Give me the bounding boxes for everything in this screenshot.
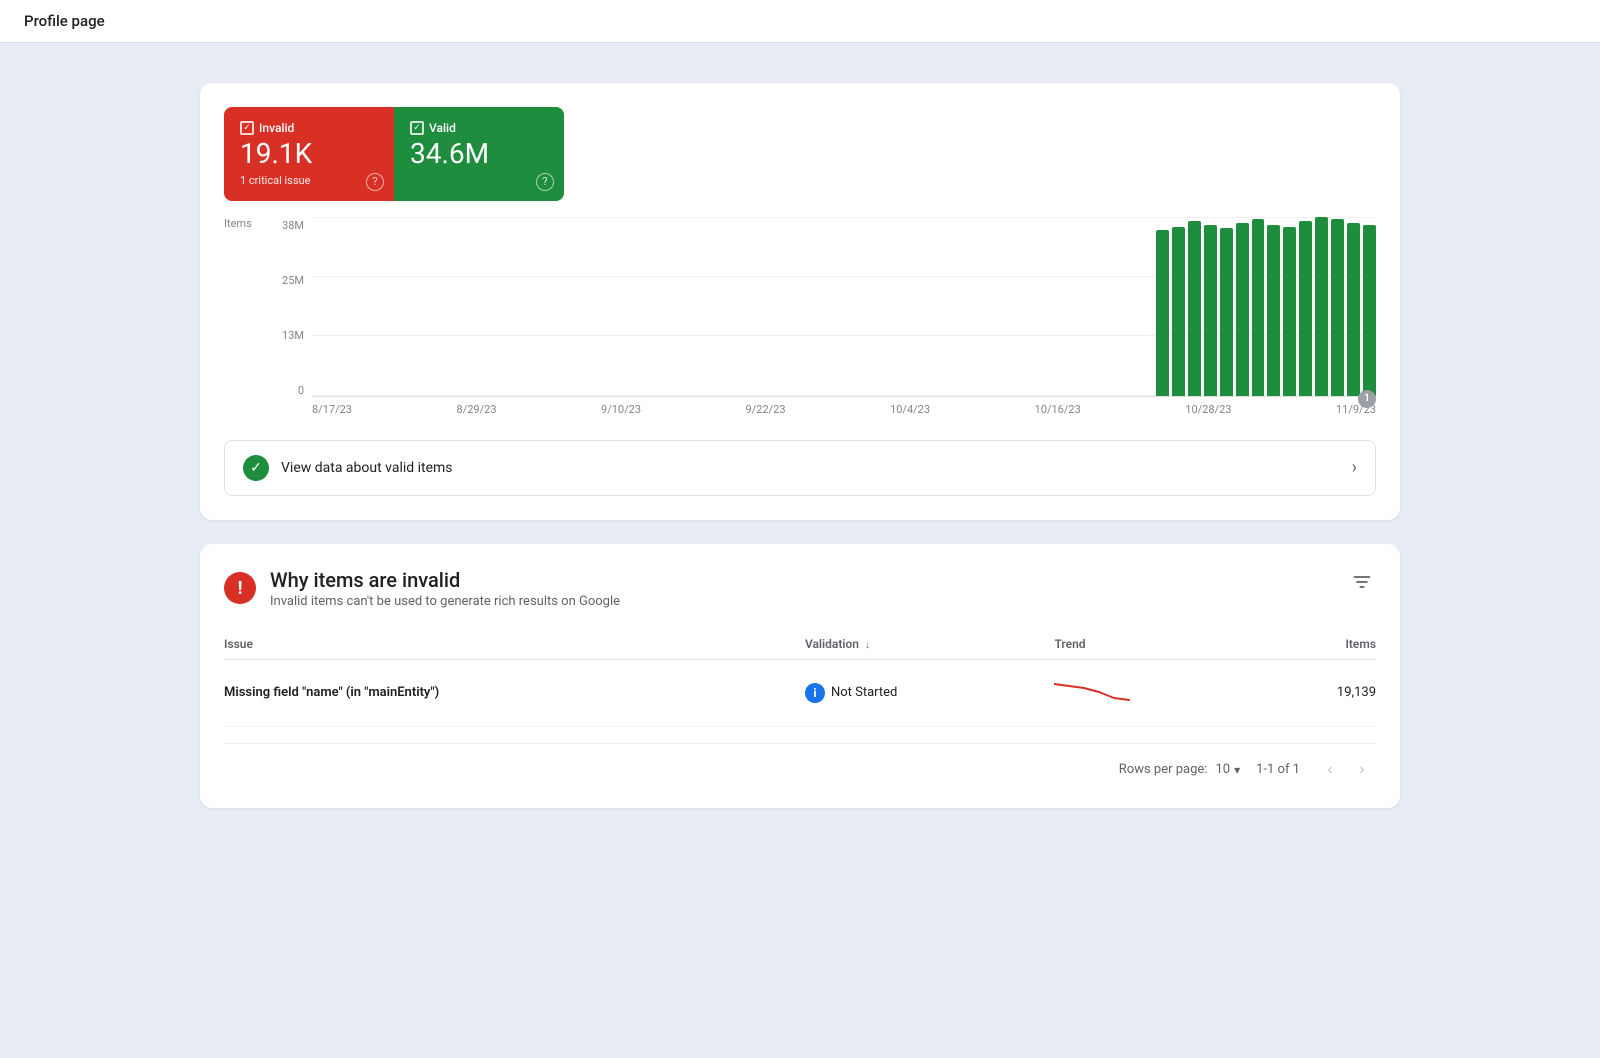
invalid-tile-sub: 1 critical issue (240, 174, 378, 187)
why-invalid-header: ! Why items are invalid Invalid items ca… (224, 568, 1376, 609)
issue-name: Missing field "name" (in "mainEntity") (224, 685, 439, 700)
issues-table: Issue Validation ↓ Trend Items (224, 629, 1376, 727)
pagination-nav: ‹ › (1316, 756, 1376, 784)
chart-bar (1188, 221, 1201, 396)
rows-select-chevron: ▾ (1234, 763, 1240, 777)
chart-bar (1252, 219, 1265, 396)
pagination-info: 1-1 of 1 (1256, 762, 1300, 777)
rows-per-page: Rows per page: 10 ▾ (1119, 762, 1240, 777)
validation-cell: i Not Started (805, 659, 1055, 726)
invalid-checkbox-icon: ✓ (240, 121, 254, 135)
col-validation[interactable]: Validation ↓ (805, 629, 1055, 660)
view-data-left: ✓ View data about valid items (243, 455, 453, 481)
x-tick: 9/22/23 (746, 403, 786, 416)
x-tick: 9/10/23 (601, 403, 641, 416)
chart-bar (1267, 225, 1280, 396)
chart-bar (1347, 223, 1360, 396)
why-invalid-title-block: Why items are invalid Invalid items can'… (270, 568, 620, 609)
chart-x-axis: 8/17/23 8/29/23 9/10/23 9/22/23 10/4/23 10/16… (312, 397, 1376, 416)
y-tick-13m: 13M (282, 329, 304, 342)
trend-sparkline (1054, 676, 1134, 706)
page-title: Profile page (24, 12, 105, 30)
table-footer: Rows per page: 10 ▾ 1-1 of 1 ‹ › (224, 743, 1376, 784)
x-tick: 10/4/23 (890, 403, 930, 416)
chart-bar (1315, 217, 1328, 396)
view-data-text: View data about valid items (281, 460, 453, 476)
valid-tile-value: 34.6M (410, 139, 548, 170)
chart-bar (1220, 228, 1233, 395)
y-tick-38m: 38M (282, 219, 304, 232)
valid-checkbox-icon: ✓ (410, 121, 424, 135)
chart-bar (1236, 223, 1249, 396)
chart-y-label: Items (224, 217, 252, 230)
items-count: 19,139 (1337, 685, 1376, 700)
table-body: Missing field "name" (in "mainEntity") i… (224, 659, 1376, 726)
why-invalid-subtitle: Invalid items can't be used to generate … (270, 594, 620, 609)
valid-tile[interactable]: ✓ Valid 34.6M ? (394, 107, 564, 201)
issue-name-cell: Missing field "name" (in "mainEntity") (224, 659, 805, 726)
chart-bar (1299, 221, 1312, 396)
status-tiles: ✓ Invalid 19.1K 1 critical issue ? ✓ Val… (224, 107, 564, 201)
validation-status: Not Started (831, 685, 897, 700)
chart-area: Items 38M 25M 13M 0 (224, 217, 1376, 416)
bottom-card: ! Why items are invalid Invalid items ca… (200, 544, 1400, 808)
chart-bar (1172, 227, 1185, 396)
rows-per-page-value: 10 (1215, 762, 1230, 777)
col-trend: Trend (1054, 629, 1270, 660)
chart-bar (1363, 225, 1376, 396)
table-header: Issue Validation ↓ Trend Items (224, 629, 1376, 660)
y-tick-0: 0 (298, 384, 304, 397)
next-page-button[interactable]: › (1348, 756, 1376, 784)
invalid-tile[interactable]: ✓ Invalid 19.1K 1 critical issue ? (224, 107, 394, 201)
chart-bar (1331, 219, 1344, 396)
invalid-tile-value: 19.1K (240, 139, 378, 170)
error-circle-icon: ! (224, 572, 256, 604)
green-check-circle-icon: ✓ (243, 455, 269, 481)
invalid-help-icon[interactable]: ? (366, 173, 384, 191)
chevron-right-icon: › (1352, 457, 1357, 478)
x-tick: 8/29/23 (457, 403, 497, 416)
table-row: Missing field "name" (in "mainEntity") i… (224, 659, 1376, 726)
chart-inner: 1 (312, 217, 1376, 397)
col-issue: Issue (224, 629, 805, 660)
chart-bar (1156, 230, 1169, 395)
valid-help-icon[interactable]: ? (536, 173, 554, 191)
top-card: ✓ Invalid 19.1K 1 critical issue ? ✓ Val… (200, 83, 1400, 520)
col-items: Items (1270, 629, 1376, 660)
why-invalid-left: ! Why items are invalid Invalid items ca… (224, 568, 620, 609)
y-tick-25m: 25M (282, 274, 304, 287)
invalid-tile-label: ✓ Invalid (240, 121, 378, 135)
items-count-cell: 19,139 (1270, 659, 1376, 726)
validation-badge: i Not Started (805, 683, 897, 703)
chart-bar (1204, 225, 1217, 396)
filter-icon[interactable] (1348, 568, 1376, 601)
valid-tile-label: ✓ Valid (410, 121, 548, 135)
view-data-link[interactable]: ✓ View data about valid items › (224, 440, 1376, 496)
rows-per-page-select[interactable]: 10 ▾ (1215, 762, 1240, 777)
trend-cell (1054, 659, 1270, 726)
x-tick: 10/16/23 (1035, 403, 1081, 416)
not-started-icon: i (805, 683, 825, 703)
x-tick: 8/17/23 (312, 403, 352, 416)
bars-container (1156, 217, 1376, 396)
main-content: ✓ Invalid 19.1K 1 critical issue ? ✓ Val… (0, 43, 1600, 848)
page-title-bar: Profile page (0, 0, 1600, 43)
why-invalid-title: Why items are invalid (270, 568, 620, 592)
rows-per-page-label: Rows per page: (1119, 762, 1208, 777)
prev-page-button[interactable]: ‹ (1316, 756, 1344, 784)
chart-bar (1283, 227, 1296, 396)
sort-arrow-icon: ↓ (865, 640, 870, 651)
chart-badge: 1 (1358, 390, 1376, 408)
x-tick: 10/28/23 (1185, 403, 1231, 416)
